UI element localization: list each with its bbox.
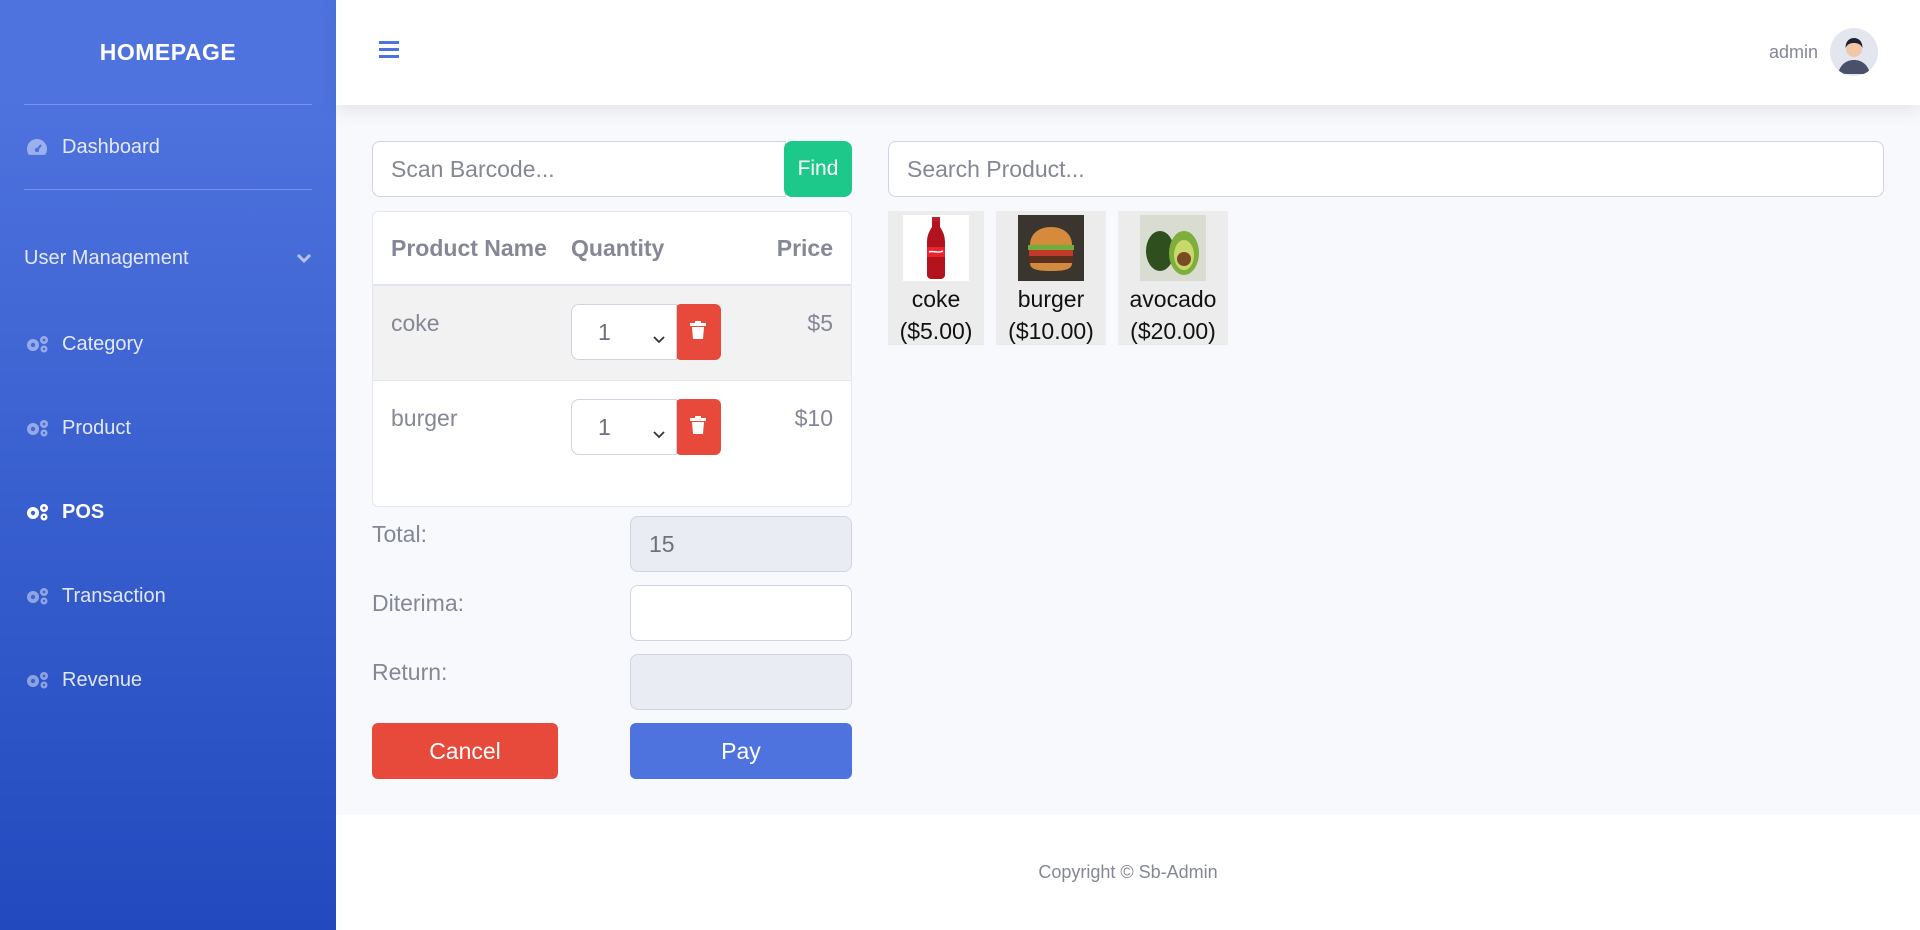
sidebar-item-revenue[interactable]: Revenue [0, 638, 336, 722]
table-row: coke 1 $5 [373, 286, 851, 381]
total-field: 15 [630, 516, 852, 572]
chevron-down-icon [296, 247, 312, 270]
sidebar-item-product[interactable]: Product [0, 386, 336, 470]
product-name: coke [911, 286, 961, 312]
cart-item-quantity: 1 [571, 304, 756, 360]
sidebar-item-dashboard[interactable]: Dashboard [0, 105, 336, 189]
cart-item-name: coke [391, 310, 440, 336]
avatar [1830, 28, 1878, 76]
cogs-icon [24, 333, 50, 355]
footer: Copyright © Sb-Admin [336, 815, 1920, 930]
sidebar-item-label: User Management [24, 246, 189, 269]
received-input[interactable] [630, 585, 852, 641]
sidebar-item-user-management[interactable]: User Management [0, 214, 336, 302]
total-label: Total: [372, 521, 427, 547]
pos-content: Find Product Name Quantity Price coke 1 [336, 105, 1920, 815]
cart-item-price: $10 [794, 405, 833, 431]
return-field [630, 654, 852, 710]
cogs-icon [24, 417, 50, 439]
received-label: Diterima: [372, 590, 465, 616]
sidebar-item-label: Dashboard [62, 135, 160, 158]
product-price: ($10.00) [1008, 318, 1094, 344]
sidebar-item-category[interactable]: Category [0, 302, 336, 386]
sidebar-item-label: Product [62, 416, 131, 439]
product-name: avocado [1129, 286, 1217, 312]
pay-button[interactable]: Pay [630, 723, 852, 779]
product-name: burger [1017, 286, 1085, 312]
sidebar-item-label: Transaction [62, 584, 166, 607]
cancel-button[interactable]: Cancel [372, 723, 558, 779]
table-row: burger 1 $10 [373, 381, 851, 476]
hamburger-menu-icon[interactable] [378, 38, 404, 64]
cogs-icon [24, 501, 50, 523]
product-card-coke[interactable]: coke ($5.00) [888, 211, 984, 345]
barcode-input[interactable] [372, 141, 786, 197]
copyright-text: Copyright © Sb-Admin [1038, 862, 1218, 882]
product-grid: coke ($5.00) burger ($10.00) avocado ($2… [888, 211, 1228, 345]
product-card-burger[interactable]: burger ($10.00) [996, 211, 1106, 345]
return-label: Return: [372, 659, 448, 685]
column-header-product-name: Product Name [391, 234, 547, 261]
sidebar-item-label: POS [62, 500, 105, 523]
trash-icon [689, 414, 707, 441]
user-name: admin [1768, 41, 1818, 62]
quantity-select[interactable]: 1 [571, 304, 677, 360]
tachometer-icon [24, 136, 50, 158]
cart-item-name: burger [391, 405, 458, 431]
search-product-input[interactable] [888, 141, 1884, 197]
trash-icon [689, 319, 707, 346]
delete-item-button[interactable] [675, 304, 721, 360]
column-header-price: Price [776, 234, 833, 261]
sidebar-divider [24, 189, 312, 190]
user-dropdown[interactable]: admin [1769, 28, 1878, 76]
product-price: ($5.00) [899, 318, 973, 344]
chevron-down-icon [652, 419, 666, 446]
cogs-icon [24, 669, 50, 691]
cart-item-quantity: 1 [571, 399, 756, 455]
coke-bottle-image [903, 215, 969, 281]
cogs-icon [24, 585, 50, 607]
sidebar-item-label: Category [62, 332, 144, 355]
burger-image [1018, 215, 1084, 281]
sidebar-item-transaction[interactable]: Transaction [0, 554, 336, 638]
sidebar-brand[interactable]: HOMEPAGE [0, 0, 336, 104]
quantity-value: 1 [598, 413, 611, 440]
product-price: ($20.00) [1130, 318, 1216, 344]
cart-table: Product Name Quantity Price coke 1 $5 bu… [372, 211, 852, 507]
topbar: admin [336, 0, 1920, 105]
sidebar-item-label: Revenue [62, 668, 143, 691]
table-header: Product Name Quantity Price [373, 212, 851, 286]
chevron-down-icon [652, 324, 666, 351]
delete-item-button[interactable] [675, 399, 721, 455]
quantity-select[interactable]: 1 [571, 399, 677, 455]
column-header-quantity: Quantity [571, 234, 665, 261]
sidebar: HOMEPAGE Dashboard User Management Categ… [0, 0, 336, 930]
find-button[interactable]: Find [784, 141, 852, 197]
product-card-avocado[interactable]: avocado ($20.00) [1118, 211, 1228, 345]
quantity-value: 1 [598, 318, 611, 345]
avocado-image [1140, 215, 1206, 281]
cart-item-price: $5 [807, 310, 833, 336]
sidebar-item-pos[interactable]: POS [0, 470, 336, 554]
